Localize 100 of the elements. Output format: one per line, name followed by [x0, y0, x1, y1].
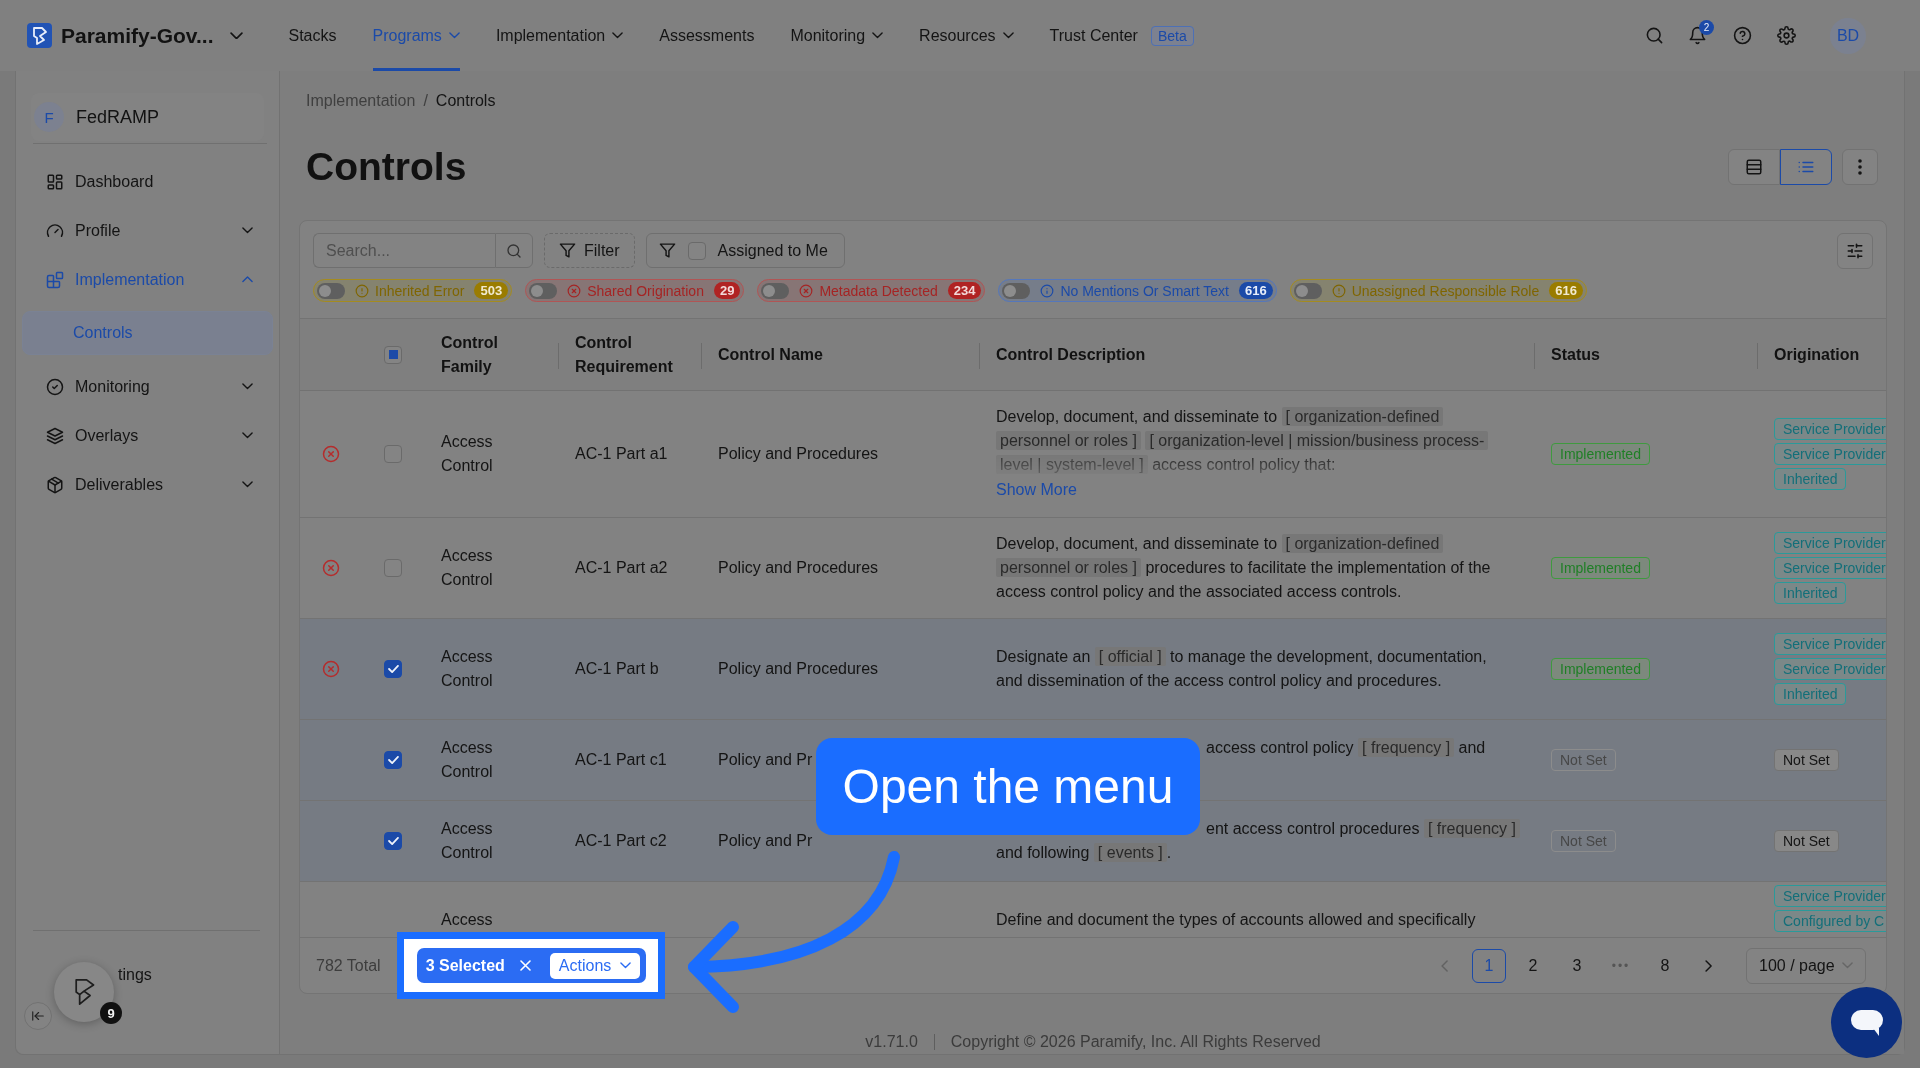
column-header: Control Name [718, 344, 823, 365]
sidebar-item[interactable]: Profile [22, 206, 273, 255]
select-all-checkbox[interactable] [384, 345, 402, 364]
filter-chip[interactable]: Inherited Error 503 [313, 279, 513, 302]
filter-chip[interactable]: Shared Origination 29 [525, 279, 745, 302]
status-tag: Implemented [1551, 443, 1650, 465]
table-cell-text: Access Control [441, 546, 494, 590]
description-text: ent access control procedures [ frequency ] [1206, 817, 1520, 841]
page-button[interactable]: 8 [1648, 948, 1682, 983]
sliders-icon [1846, 241, 1864, 260]
bell-icon [1688, 25, 1707, 45]
page-button[interactable]: 2 [1516, 948, 1550, 983]
notification-count: 2 [1699, 19, 1714, 35]
toggle-switch[interactable] [317, 282, 345, 299]
alert-circle-icon [355, 283, 369, 298]
list-view-button[interactable] [1780, 149, 1832, 185]
workspace-switcher[interactable]: Paramify-Gov... [61, 23, 243, 48]
nav-menu-item[interactable]: Implementation [495, 0, 624, 71]
table-cell-text: AC-1 Part c2 [575, 831, 667, 851]
column-settings-button[interactable] [1837, 232, 1873, 269]
row-checkbox[interactable] [384, 832, 402, 850]
search-button[interactable] [495, 233, 533, 268]
toggle-switch[interactable] [1293, 282, 1322, 299]
count-badge: 616 [1549, 282, 1583, 299]
table-view-button[interactable] [1728, 149, 1780, 185]
table-cell-text: Policy and Procedures [718, 659, 879, 679]
table-cell-text: Policy and Pr [718, 750, 813, 770]
sidebar-item[interactable]: Monitoring [22, 362, 273, 411]
nav-menu-item[interactable]: Monitoring [790, 0, 884, 71]
row-checkbox[interactable] [384, 559, 402, 577]
status-tag: Not Set [1551, 830, 1616, 852]
toggle-switch[interactable] [1002, 282, 1031, 299]
toggle-switch[interactable] [761, 282, 790, 299]
filter-chip[interactable]: Metadata Detected 234 [757, 279, 986, 302]
page-size-select[interactable]: 100 / page [1746, 947, 1866, 984]
settings-icon [1776, 26, 1796, 45]
funnel-icon [559, 242, 576, 259]
sidebar-item[interactable]: Overlays [22, 411, 273, 460]
status-tag: Implemented [1551, 658, 1650, 680]
origination-tag: Service Provider [1774, 418, 1886, 440]
sidebar-item[interactable]: Deliverables [22, 460, 273, 509]
chevron-left-icon [1441, 959, 1449, 972]
search-icon [506, 242, 522, 259]
origination-tag: Inherited [1774, 582, 1847, 604]
notifications-button[interactable]: 2 [1682, 19, 1714, 52]
column-header: Control Description [996, 344, 1146, 365]
nav-menu-item[interactable]: Stacks [288, 0, 337, 71]
selected-count: 3 Selected [425, 956, 505, 975]
check-icon [387, 665, 399, 673]
table-cell-text: AC-1 Part b [575, 659, 659, 679]
collapse-sidebar-button[interactable] [24, 1002, 52, 1030]
arrow-left-to-line-icon [31, 1009, 45, 1023]
settings-button[interactable] [1776, 25, 1796, 46]
origination-tag: Not Set [1774, 830, 1839, 852]
clear-selection-button[interactable] [517, 957, 534, 974]
status-tag: Not Set [1551, 749, 1616, 771]
origination-tag: Service Provider [1774, 633, 1886, 655]
origination-tag: Configured by C [1774, 910, 1886, 932]
filter-chip[interactable]: Unassigned Responsible Role 616 [1289, 279, 1587, 302]
x-circle-icon [567, 283, 582, 298]
table-cell-text: Access [441, 910, 493, 930]
rows-icon [1745, 158, 1763, 176]
layout-grid-icon [46, 172, 64, 191]
more-button[interactable] [1842, 149, 1878, 185]
sidebar-item[interactable]: Dashboard [22, 157, 273, 206]
nav-menu-item[interactable]: Trust Center Beta [1049, 0, 1194, 71]
nav-menu-item[interactable]: Resources [919, 0, 1014, 71]
speech-bubble-icon [1850, 1009, 1883, 1036]
toggle-switch[interactable] [529, 282, 558, 299]
table-cell-text: Access Control [441, 647, 494, 691]
table-cell-text: AC-1 Part a1 [575, 444, 668, 464]
nav-menu-item[interactable]: Assessments [659, 0, 755, 71]
search-icon [1644, 26, 1664, 45]
chevron-down-icon [1002, 32, 1014, 39]
filter-chip[interactable]: No Mentions Or Smart Text 616 [998, 279, 1277, 302]
row-checkbox[interactable] [384, 660, 402, 678]
chevron-down-icon [620, 962, 632, 969]
sidebar-item[interactable]: tings [118, 963, 152, 987]
close-icon [520, 960, 532, 971]
help-button[interactable] [1732, 25, 1752, 46]
origination-tag: Service Provider [1774, 557, 1886, 579]
logo-icon [27, 23, 52, 48]
column-header: Control Requirement [575, 332, 674, 377]
page-button[interactable]: 3 [1560, 948, 1594, 983]
breadcrumb-link[interactable]: Implementation [306, 91, 416, 111]
info-icon [1040, 283, 1055, 298]
status-tag: Implemented [1551, 557, 1650, 579]
count-badge: 503 [474, 282, 509, 299]
assigned-to-me-toggle[interactable]: Assigned to Me [645, 233, 845, 268]
x-circle-icon [799, 283, 814, 298]
row-checkbox[interactable] [384, 751, 402, 769]
search-button[interactable] [1644, 25, 1664, 46]
row-checkbox[interactable] [384, 445, 402, 463]
filter-button[interactable]: Filter [544, 233, 635, 268]
chevron-down-icon [872, 32, 884, 39]
table-cell-text: Access Control [441, 738, 494, 782]
origination-tag: Inherited [1774, 468, 1847, 490]
actions-button[interactable]: Actions [549, 952, 641, 979]
column-header: Status [1551, 344, 1600, 365]
checkbox[interactable] [687, 241, 706, 260]
